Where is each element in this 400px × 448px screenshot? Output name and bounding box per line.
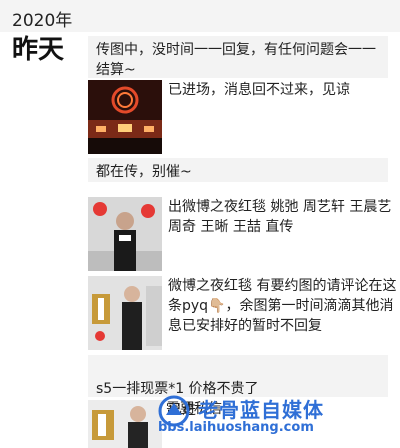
moment-image-post[interactable]: 出微博之夜红毯 姚弛 周艺轩 王晨艺 周奇 王晰 王喆 直传 [88, 197, 400, 273]
red-carpet-photo[interactable] [88, 276, 162, 350]
post-caption: 已进场，消息回不过来，见谅 [168, 82, 350, 98]
year-label: 2020年 [12, 11, 73, 31]
moment-image-post[interactable]: 已进场，消息回不过来，见谅 [88, 80, 400, 160]
moment-image-post[interactable]: 已进 [88, 400, 400, 448]
post-caption: 微博之夜红毯 有要约图的请评论在这条pyq👇🏼，余图第一时间滴滴其他消息已安排好… [168, 278, 397, 334]
moment-text-post[interactable]: s5一排现票*1 价格不贵了 现票闪送，需要私信 [88, 355, 388, 417]
post-caption: 出微博之夜红毯 姚弛 周艺轩 王晨艺 周奇 王晰 王喆 直传 [168, 199, 392, 235]
event-photo[interactable] [88, 400, 162, 448]
day-label: 昨天 [12, 35, 65, 65]
moment-text-post[interactable]: 都在传，别催~ [88, 158, 388, 182]
concert-stage-photo[interactable] [88, 80, 162, 154]
post-text: 传图中，没时间一一回复，有任何问题会一一结算~ [96, 42, 376, 78]
moment-text-post[interactable]: 传图中，没时间一一回复，有任何问题会一一结算~ [88, 36, 388, 78]
moment-image-post[interactable]: 微博之夜红毯 有要约图的请评论在这条pyq👇🏼，余图第一时间滴滴其他消息已安排好… [88, 276, 400, 350]
red-carpet-photo[interactable] [88, 197, 162, 271]
post-caption: 已进 [168, 402, 196, 418]
year-header: 2020年 [0, 0, 400, 32]
post-text: 都在传，别催~ [96, 164, 192, 180]
